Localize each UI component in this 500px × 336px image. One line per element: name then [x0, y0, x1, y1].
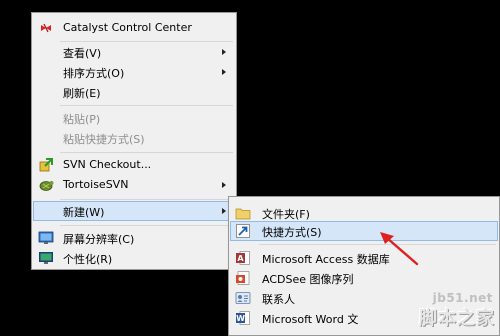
submenu-item-word-document[interactable]: W Microsoft Word 文 [230, 308, 498, 328]
menu-item-label: SVN Checkout... [63, 158, 152, 171]
menu-item-personalize[interactable]: 个性化(R) [33, 248, 235, 268]
submenu-arrow-icon [222, 69, 226, 75]
new-submenu: 文件夹(F) 快捷方式(S) A Microsoft Access 数据库 AC… [228, 196, 500, 336]
submenu-arrow-icon [222, 208, 226, 214]
menu-item-label: Catalyst Control Center [63, 21, 192, 34]
screen-resolution-icon [38, 231, 54, 244]
menu-separator [60, 225, 233, 226]
submenu-item-label: ACDSee 图像序列 [262, 273, 354, 286]
menu-item-label: 排序方式(O) [63, 67, 125, 80]
menu-item-view[interactable]: 查看(V) [33, 42, 235, 62]
submenu-item-label: Microsoft Access 数据库 [262, 253, 390, 266]
menu-item-sort-by[interactable]: 排序方式(O) [33, 62, 235, 82]
access-icon: A [236, 251, 250, 265]
menu-item-paste: 粘贴(P) [33, 108, 235, 128]
menu-item-refresh[interactable]: 刷新(E) [33, 82, 235, 102]
menu-item-screen-resolution[interactable]: 屏幕分辨率(C) [33, 228, 235, 248]
shortcut-icon [236, 224, 250, 238]
catalyst-icon [41, 23, 51, 33]
submenu-item-label: 联系人 [262, 293, 295, 306]
submenu-item-label: Microsoft Word 文 [262, 313, 359, 326]
menu-item-tortoisesvn[interactable]: TortoiseSVN [33, 175, 235, 195]
menu-item-catalyst-control-center[interactable]: Catalyst Control Center [33, 18, 235, 38]
acdsee-icon [236, 271, 250, 285]
menu-separator [60, 199, 233, 200]
submenu-item-contact[interactable]: 联系人 [230, 288, 498, 308]
menu-item-label: 查看(V) [63, 47, 102, 60]
menu-separator [60, 105, 233, 106]
submenu-item-acdsee-sequence[interactable]: ACDSee 图像序列 [230, 268, 498, 288]
folder-icon [235, 208, 251, 220]
svg-text:W: W [236, 314, 245, 323]
personalize-icon [39, 252, 53, 264]
submenu-item-folder[interactable]: 文件夹(F) [230, 203, 498, 223]
menu-item-label: 新建(W) [63, 206, 105, 219]
tortoisesvn-icon [39, 181, 54, 191]
menu-item-label: 刷新(E) [63, 87, 101, 100]
submenu-item-access-database[interactable]: A Microsoft Access 数据库 [230, 248, 498, 268]
menu-item-paste-shortcut: 粘贴快捷方式(S) [33, 128, 235, 148]
svn-checkout-icon [39, 158, 53, 172]
menu-item-label: 粘贴(P) [63, 113, 101, 126]
menu-separator [259, 244, 496, 245]
menu-item-label: TortoiseSVN [63, 178, 129, 191]
svg-text:A: A [237, 254, 244, 263]
menu-item-label: 个性化(R) [63, 253, 113, 266]
contact-icon [235, 292, 251, 304]
word-icon: W [236, 311, 250, 325]
desktop-context-menu: Catalyst Control Center 查看(V) 排序方式(O) 刷新… [31, 12, 237, 270]
menu-item-label: 粘贴快捷方式(S) [63, 133, 145, 146]
submenu-item-shortcut[interactable]: 快捷方式(S) [230, 221, 498, 241]
submenu-arrow-icon [222, 182, 226, 188]
menu-item-label: 屏幕分辨率(C) [63, 233, 135, 246]
menu-item-svn-checkout[interactable]: SVN Checkout... [33, 155, 235, 175]
menu-separator [60, 152, 233, 153]
submenu-arrow-icon [222, 49, 226, 55]
menu-item-new[interactable]: 新建(W) [33, 201, 235, 221]
submenu-item-label: 文件夹(F) [262, 208, 310, 221]
submenu-item-label: 快捷方式(S) [262, 226, 322, 239]
